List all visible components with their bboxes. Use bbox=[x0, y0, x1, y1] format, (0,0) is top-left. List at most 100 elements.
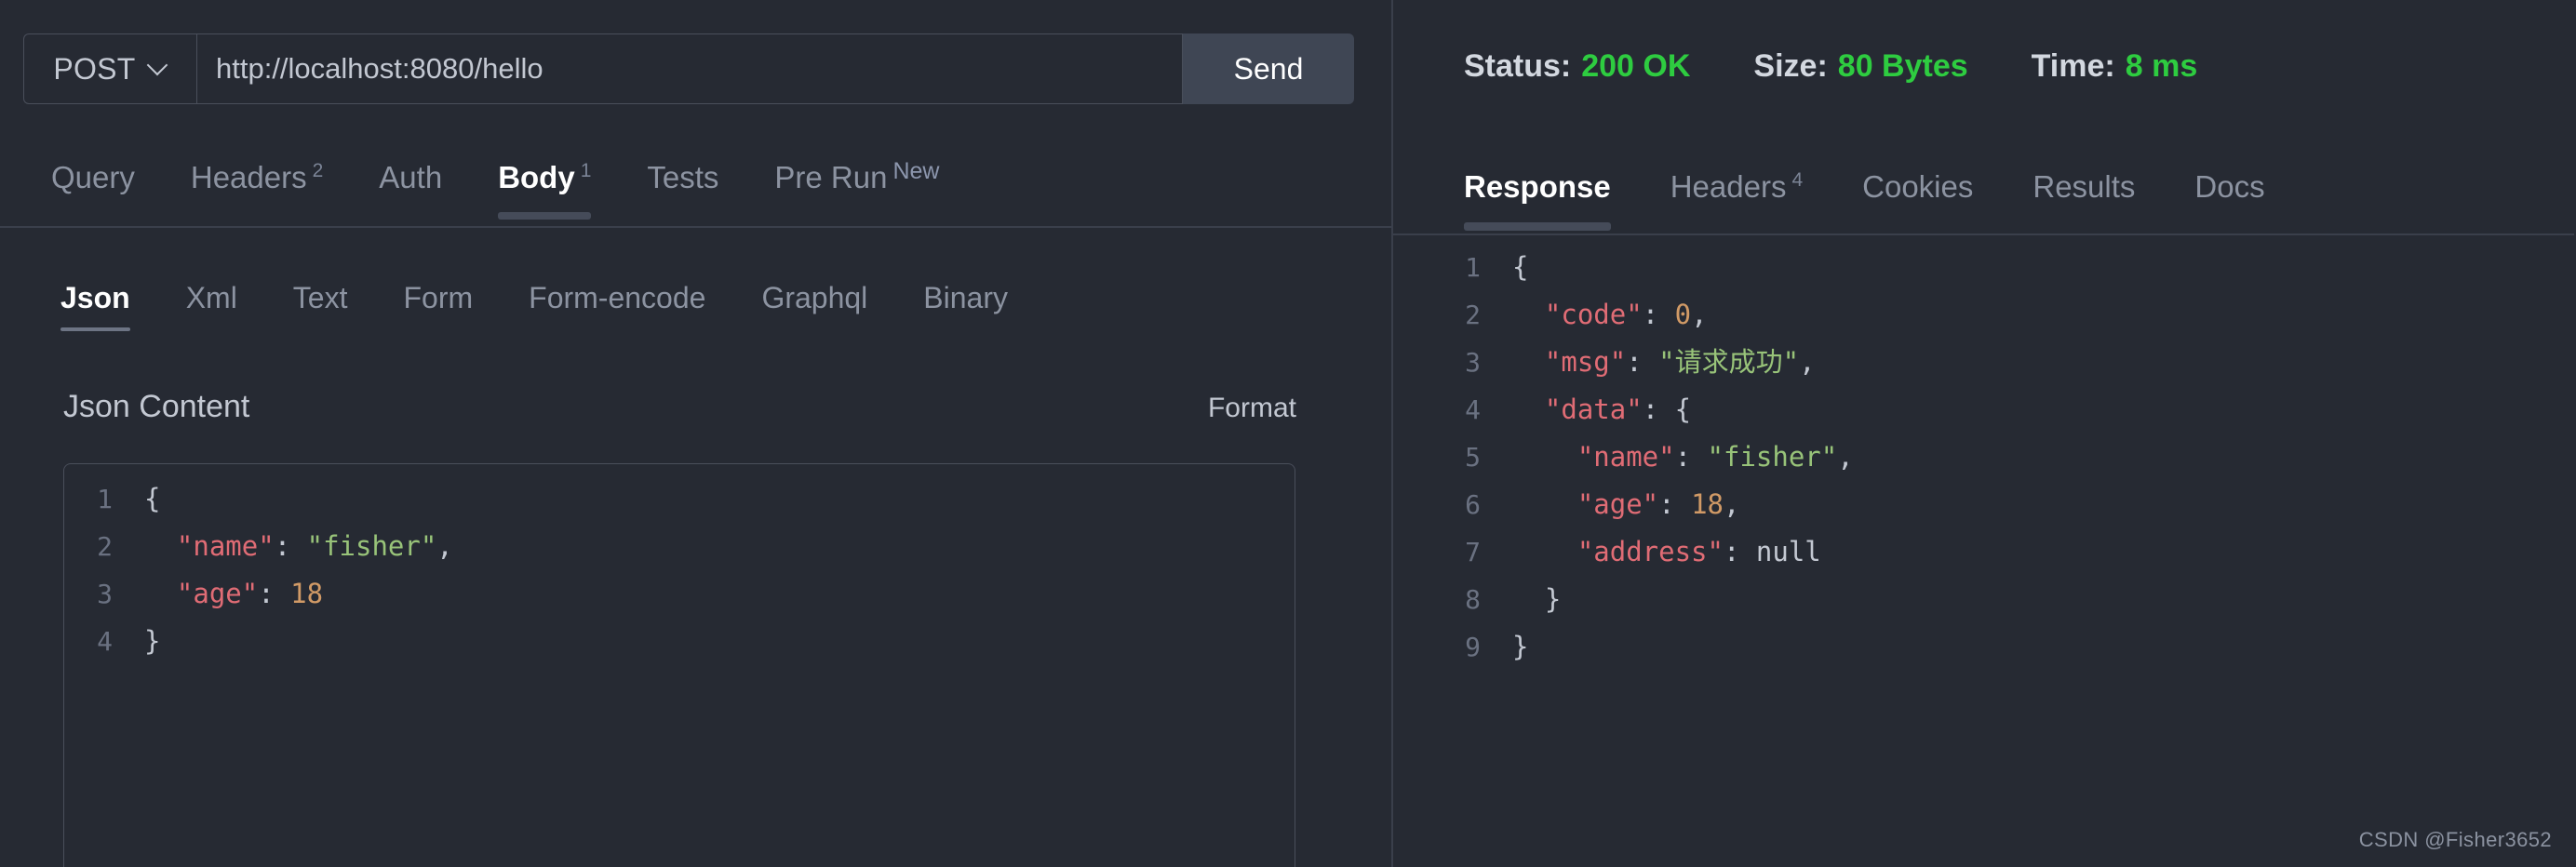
line-number: 6 bbox=[1465, 489, 1481, 520]
token-punc: , bbox=[1837, 441, 1854, 473]
token-num: 0 bbox=[1674, 299, 1692, 330]
response-tab-label: Docs bbox=[2194, 169, 2265, 204]
response-tab-badge-count: 4 bbox=[1791, 169, 1804, 191]
tab-headers[interactable]: Headers 2 bbox=[163, 149, 351, 225]
token-key: "age" bbox=[1576, 488, 1659, 520]
tab-badge-count: 2 bbox=[312, 160, 324, 181]
token-punc bbox=[1512, 393, 1545, 425]
response-tab-docs[interactable]: Docs bbox=[2165, 160, 2294, 234]
format-tab-json[interactable]: Json bbox=[33, 279, 158, 333]
token-punc: : bbox=[1723, 536, 1756, 567]
code-line-text: "address": null bbox=[1512, 528, 1821, 576]
response-size-item: Size: 80 Bytes bbox=[1753, 48, 1967, 85]
http-method-value: POST bbox=[53, 51, 136, 86]
tab-pre-run[interactable]: Pre Run New bbox=[746, 149, 967, 225]
code-line: 2 "code": 0, bbox=[1432, 291, 2574, 339]
response-tab-response[interactable]: Response bbox=[1464, 160, 1641, 234]
token-punc: } bbox=[1512, 631, 1529, 662]
token-punc bbox=[1512, 488, 1577, 520]
format-tab-binary[interactable]: Binary bbox=[895, 279, 1036, 333]
token-str: "请求成功" bbox=[1658, 346, 1800, 378]
token-key: "msg" bbox=[1544, 346, 1627, 378]
code-line-text: { bbox=[144, 475, 160, 523]
token-punc: : bbox=[1626, 346, 1659, 378]
code-line-text: } bbox=[1512, 623, 1528, 671]
response-tabs: Response Headers 4 Cookies Results Docs bbox=[1464, 160, 2295, 234]
code-line: 4} bbox=[64, 618, 1295, 665]
code-line: 8 } bbox=[1432, 576, 2574, 623]
token-punc: , bbox=[436, 530, 453, 562]
format-tab-form-encode[interactable]: Form-encode bbox=[501, 279, 733, 333]
code-line-text: "name": "fisher", bbox=[1512, 434, 1854, 481]
token-punc: : bbox=[1674, 441, 1708, 473]
token-punc: } bbox=[1512, 583, 1562, 615]
token-key: "code" bbox=[1544, 299, 1643, 330]
tab-label: Headers bbox=[190, 160, 307, 194]
token-punc bbox=[1512, 536, 1577, 567]
tab-query[interactable]: Query bbox=[23, 149, 163, 225]
send-button[interactable]: Send bbox=[1183, 33, 1354, 104]
response-body-viewer[interactable]: 1{2 "code": 0, 3 "msg": "请求成功", 4 "data": … bbox=[1432, 244, 2574, 867]
line-number: 8 bbox=[1465, 584, 1481, 615]
code-line-text: } bbox=[144, 618, 160, 665]
body-format-tabs: Json Xml Text Form Form-encode Graphql B… bbox=[33, 279, 1036, 333]
tab-new-badge: New bbox=[892, 158, 940, 184]
token-punc: , bbox=[1691, 299, 1708, 330]
format-tab-label: Text bbox=[292, 281, 348, 314]
response-tab-label: Cookies bbox=[1862, 169, 1974, 204]
tab-badge-count: 1 bbox=[580, 160, 592, 181]
token-key: "age" bbox=[176, 578, 259, 609]
status-value: 200 OK bbox=[1581, 48, 1691, 84]
tab-label: Auth bbox=[379, 160, 443, 194]
tab-body[interactable]: Body 1 bbox=[470, 149, 619, 225]
token-key: "name" bbox=[1576, 441, 1675, 473]
token-key: "name" bbox=[176, 530, 275, 562]
response-tab-label: Response bbox=[1464, 169, 1611, 204]
request-tabs-divider bbox=[0, 226, 1391, 228]
tab-tests[interactable]: Tests bbox=[619, 149, 746, 225]
tab-label: Body bbox=[498, 160, 575, 194]
tab-label: Pre Run bbox=[774, 160, 888, 194]
code-line: 6 "age": 18, bbox=[1432, 481, 2574, 528]
chevron-down-icon bbox=[149, 57, 168, 75]
response-tab-headers[interactable]: Headers 4 bbox=[1641, 160, 1832, 234]
http-method-selector[interactable]: POST bbox=[23, 33, 196, 104]
tab-auth[interactable]: Auth bbox=[351, 149, 470, 225]
token-punc: : bbox=[1658, 488, 1692, 520]
format-tab-graphql[interactable]: Graphql bbox=[733, 279, 895, 333]
line-number: 3 bbox=[1465, 347, 1481, 378]
tab-label: Tests bbox=[647, 160, 719, 194]
json-content-title: Json Content bbox=[63, 389, 250, 424]
format-tab-form[interactable]: Form bbox=[375, 279, 501, 333]
token-num: 18 bbox=[1691, 488, 1724, 520]
url-input[interactable] bbox=[196, 33, 1183, 104]
time-value: 8 ms bbox=[2125, 48, 2198, 84]
token-punc: } bbox=[144, 625, 161, 657]
status-code-item: Status: 200 OK bbox=[1464, 48, 1690, 85]
token-punc bbox=[1512, 299, 1545, 330]
token-punc: : bbox=[258, 578, 291, 609]
request-panel: POST Send Query Headers 2 Auth Body 1 bbox=[0, 0, 1393, 867]
api-client-window: POST Send Query Headers 2 Auth Body 1 bbox=[0, 0, 2576, 867]
format-tab-label: Form-encode bbox=[529, 281, 706, 314]
line-number: 1 bbox=[1465, 252, 1481, 283]
code-line: 7 "address": null bbox=[1432, 528, 2574, 576]
token-punc: : bbox=[1642, 299, 1675, 330]
token-punc bbox=[144, 530, 177, 562]
token-key: "data" bbox=[1544, 393, 1643, 425]
response-tab-results[interactable]: Results bbox=[2003, 160, 2165, 234]
response-time-item: Time: 8 ms bbox=[2032, 48, 2198, 85]
watermark: CSDN @Fisher3652 bbox=[2358, 828, 2552, 851]
format-tab-text[interactable]: Text bbox=[265, 279, 376, 333]
request-tabs: Query Headers 2 Auth Body 1 Tests Pre Ru… bbox=[23, 149, 967, 225]
format-tab-xml[interactable]: Xml bbox=[158, 279, 265, 333]
request-body-editor[interactable]: 1{2 "name": "fisher", 3 "age": 18 4} bbox=[63, 463, 1295, 867]
token-punc: , bbox=[1724, 488, 1740, 520]
code-line-text: } bbox=[1512, 576, 1561, 623]
token-punc bbox=[144, 578, 177, 609]
code-line-text: { bbox=[1512, 244, 1528, 291]
line-number: 1 bbox=[97, 484, 113, 514]
response-tab-cookies[interactable]: Cookies bbox=[1832, 160, 2003, 234]
line-number: 2 bbox=[1465, 300, 1481, 330]
format-button[interactable]: Format bbox=[1208, 393, 1296, 424]
